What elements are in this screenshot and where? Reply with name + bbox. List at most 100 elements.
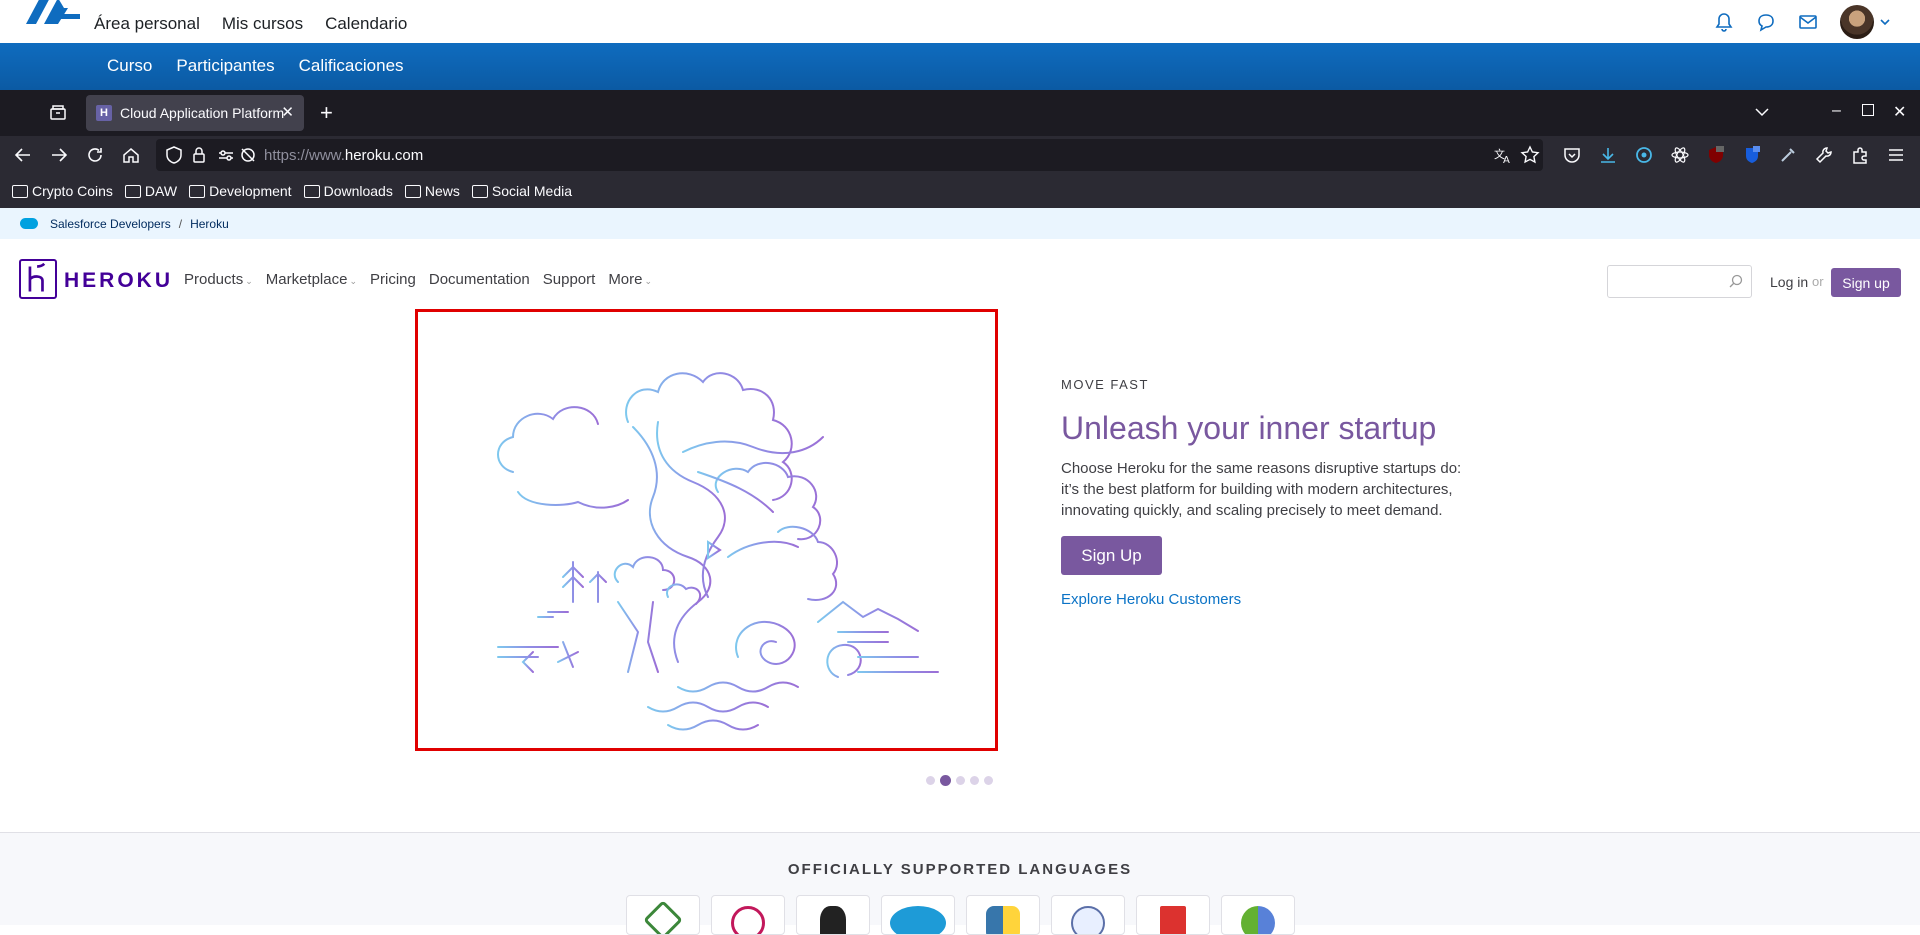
nav-pricing[interactable]: Pricing	[370, 271, 416, 288]
carousel-dot[interactable]	[926, 776, 935, 785]
nav-more[interactable]: More ⌄	[608, 271, 652, 288]
moodle-nav-calendario[interactable]: Calendario	[325, 14, 407, 34]
ublock-icon[interactable]	[1706, 145, 1726, 165]
back-arrow-icon[interactable]	[13, 145, 33, 165]
extensions-puzzle-icon[interactable]	[1850, 145, 1870, 165]
hero-signup-button[interactable]: Sign Up	[1061, 536, 1162, 575]
extension-circle-icon[interactable]	[1634, 145, 1654, 165]
bookmark-folder-downloads[interactable]: Downloads	[303, 183, 393, 199]
new-tab-button[interactable]: +	[320, 100, 333, 126]
language-card-php[interactable]	[881, 895, 955, 935]
language-card-ruby[interactable]	[711, 895, 785, 935]
heroku-header: HEROKU Products ⌄ Marketplace ⌄ Pricing Do…	[0, 239, 1920, 309]
language-card-nodejs[interactable]	[626, 895, 700, 935]
user-menu[interactable]	[1840, 4, 1890, 39]
clojure-icon	[1241, 906, 1275, 934]
reload-icon[interactable]	[85, 145, 105, 165]
lock-icon[interactable]	[189, 145, 209, 165]
language-card-java[interactable]	[796, 895, 870, 935]
pocket-icon[interactable]	[1562, 145, 1582, 165]
chevron-down-icon: ⌄	[644, 276, 653, 286]
hamburger-menu-icon[interactable]	[1886, 145, 1906, 165]
folder-icon	[12, 184, 28, 198]
nav-products[interactable]: Products ⌄	[184, 271, 253, 288]
course-nav-calificaciones[interactable]: Calificaciones	[299, 56, 404, 76]
java-icon	[820, 906, 846, 934]
breadcrumb: Salesforce Developers / Heroku	[0, 208, 1920, 239]
bitwarden-icon[interactable]	[1742, 145, 1762, 165]
heroku-logo-icon[interactable]	[19, 259, 57, 299]
language-card-go[interactable]	[1051, 895, 1125, 935]
tracking-blocked-icon[interactable]	[238, 145, 258, 165]
language-card-clojure[interactable]	[1221, 895, 1295, 935]
close-icon[interactable]: ✕	[281, 103, 294, 121]
wrench-icon[interactable]	[1814, 145, 1834, 165]
forward-arrow-icon[interactable]	[49, 145, 69, 165]
login-link[interactable]: Log in	[1770, 274, 1808, 290]
avatar	[1840, 4, 1874, 39]
bookmark-folder-news[interactable]: News	[404, 183, 460, 199]
carousel-dot[interactable]	[956, 776, 965, 785]
tab-list-chevron-icon[interactable]	[1754, 104, 1770, 120]
language-card-scala[interactable]	[1136, 895, 1210, 935]
bookmark-folder-daw[interactable]: DAW	[124, 183, 177, 199]
carousel-dot[interactable]	[940, 775, 951, 786]
download-icon[interactable]	[1598, 145, 1618, 165]
moodle-logo[interactable]	[24, 0, 84, 28]
search-icon	[1729, 274, 1743, 288]
nav-documentation[interactable]: Documentation	[429, 271, 530, 288]
permissions-icon[interactable]	[216, 145, 236, 165]
hero-title: Unleash your inner startup	[1061, 410, 1437, 446]
firefox-view-icon[interactable]	[48, 103, 68, 123]
hero-kicker: MOVE FAST	[1061, 377, 1149, 392]
heroku-wordmark[interactable]: HEROKU	[64, 269, 173, 293]
hero-illustration-highlight	[415, 309, 998, 751]
moodle-primary-nav: Área personal Mis cursos Calendario	[94, 14, 407, 34]
nav-support[interactable]: Support	[543, 271, 596, 288]
course-nav-participantes[interactable]: Participantes	[176, 56, 274, 76]
bookmark-folder-social-media[interactable]: Social Media	[471, 183, 572, 199]
home-icon[interactable]	[121, 145, 141, 165]
course-nav-curso[interactable]: Curso	[107, 56, 152, 76]
shield-icon[interactable]	[164, 145, 184, 165]
bookmark-folder-development[interactable]: Development	[189, 183, 292, 199]
chevron-down-icon: ⌄	[349, 276, 357, 286]
translate-icon[interactable]: 文A	[1493, 145, 1513, 165]
url-text: https://www.heroku.com	[264, 147, 424, 164]
carousel-dot[interactable]	[984, 776, 993, 785]
hero-illustration	[425, 372, 994, 731]
moodle-nav-mis-cursos[interactable]: Mis cursos	[222, 14, 303, 34]
moodle-top-bar: Área personal Mis cursos Calendario	[0, 0, 1920, 43]
carousel-dot[interactable]	[970, 776, 979, 785]
heroku-main-nav: Products ⌄ Marketplace ⌄ Pricing Documenta…	[184, 271, 652, 288]
breadcrumb-heroku[interactable]: Heroku	[190, 217, 229, 231]
bookmark-folder-crypto-coins[interactable]: Crypto Coins	[12, 183, 113, 199]
nav-marketplace[interactable]: Marketplace ⌄	[266, 271, 357, 288]
moodle-nav-area-personal[interactable]: Área personal	[94, 14, 200, 34]
url-bar[interactable]: https://www.heroku.com 文A	[156, 139, 1543, 171]
maximize-icon[interactable]	[1862, 104, 1874, 116]
explore-customers-link[interactable]: Explore Heroku Customers	[1061, 591, 1241, 608]
languages-heading: OFFICIALLY SUPPORTED LANGUAGES	[787, 861, 1133, 878]
signup-button[interactable]: Sign up	[1831, 268, 1901, 297]
search-input[interactable]	[1607, 265, 1752, 298]
breadcrumb-salesforce-developers[interactable]: Salesforce Developers	[50, 217, 171, 231]
folder-icon	[471, 184, 488, 198]
bell-icon[interactable]	[1714, 12, 1734, 32]
browser-tab-bar: H Cloud Application Platform ✕ + – ✕	[0, 90, 1920, 136]
mail-icon[interactable]	[1798, 12, 1818, 32]
bookmark-star-icon[interactable]	[1520, 145, 1540, 165]
window-close-icon[interactable]: ✕	[1893, 102, 1906, 122]
language-card-python[interactable]	[966, 895, 1040, 935]
chat-icon[interactable]	[1756, 12, 1776, 32]
chevron-down-icon: ⌄	[245, 276, 253, 286]
folder-icon	[404, 184, 421, 198]
browser-nav-bar: https://www.heroku.com 文A	[0, 136, 1920, 174]
tab-title: Cloud Application Platform	[120, 105, 285, 121]
minimize-icon[interactable]: –	[1832, 102, 1841, 120]
browser-tab-active[interactable]: H Cloud Application Platform ✕	[86, 95, 304, 131]
php-icon	[890, 906, 946, 934]
heroku-favicon-icon: H	[96, 105, 112, 121]
react-devtools-icon[interactable]	[1670, 145, 1690, 165]
eyedropper-icon[interactable]	[1778, 145, 1798, 165]
